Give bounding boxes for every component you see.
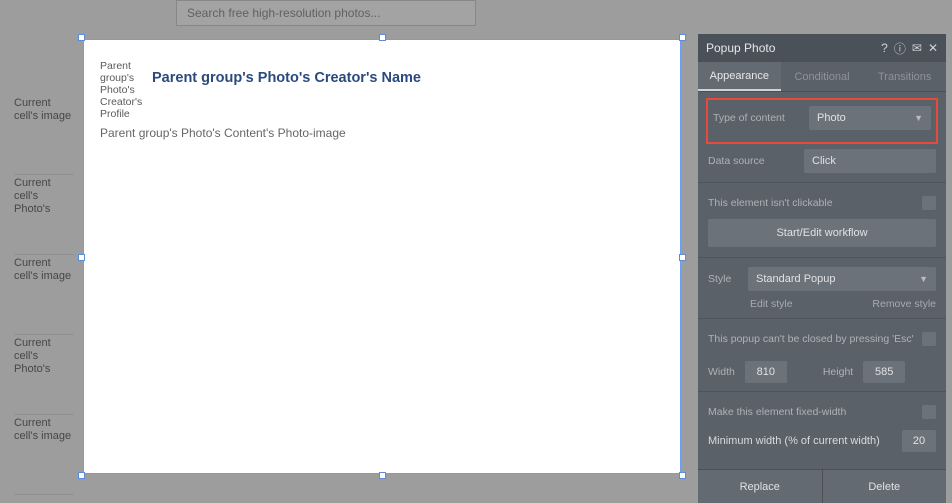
width-input[interactable]: 810 (745, 361, 787, 383)
list-item: Current cell's image (14, 255, 74, 335)
resize-handle-ne[interactable] (679, 34, 686, 41)
chevron-down-icon: ▼ (914, 113, 923, 123)
style-value: Standard Popup (756, 273, 836, 285)
help-icon[interactable]: ? (881, 41, 888, 55)
resize-handle-w[interactable] (78, 254, 85, 261)
type-of-content-value: Photo (817, 112, 846, 124)
fixed-width-row: Make this element fixed-width (708, 400, 936, 424)
resize-handle-nw[interactable] (78, 34, 85, 41)
not-clickable-row: This element isn't clickable (708, 191, 936, 215)
property-panel: Popup Photo ? ⓘ ✉ ✕ Appearance Condition… (698, 34, 946, 503)
data-source-select[interactable]: Click (804, 149, 936, 173)
remove-style-link[interactable]: Remove style (872, 298, 936, 310)
close-icon[interactable]: ✕ (928, 41, 938, 55)
width-label: Width (708, 366, 735, 378)
data-source-label: Data source (708, 155, 798, 167)
resize-handle-s[interactable] (379, 472, 386, 479)
resize-handle-n[interactable] (379, 34, 386, 41)
resize-handle-e[interactable] (679, 254, 686, 261)
type-of-content-label: Type of content (713, 112, 803, 124)
list-item: Current cell's Photo's (14, 175, 74, 255)
panel-title: Popup Photo (706, 41, 775, 55)
resize-handle-se[interactable] (679, 472, 686, 479)
tab-conditional[interactable]: Conditional (781, 62, 864, 91)
type-of-content-select[interactable]: Photo ▼ (809, 106, 931, 130)
avatar-placeholder-label: Parent group's Photo's Creator's Profile (100, 60, 145, 120)
not-clickable-label: This element isn't clickable (708, 197, 833, 209)
min-width-label: Minimum width (% of current width) (708, 435, 896, 447)
delete-button[interactable]: Delete (822, 470, 947, 503)
search-input[interactable]: Search free high-resolution photos... (176, 0, 476, 26)
panel-footer: Replace Delete (698, 469, 946, 503)
list-item: Current cell's image (14, 415, 74, 495)
content-photo-label: Parent group's Photo's Content's Photo-i… (100, 126, 346, 140)
panel-tabs: Appearance Conditional Transitions (698, 62, 946, 92)
chevron-down-icon: ▼ (919, 274, 928, 284)
fixed-width-label: Make this element fixed-width (708, 406, 846, 418)
esc-row: This popup can't be closed by pressing '… (708, 327, 936, 351)
tab-transitions[interactable]: Transitions (863, 62, 946, 91)
min-width-input[interactable]: 20 (902, 430, 936, 452)
popup-element[interactable]: Parent group's Photo's Creator's Profile… (83, 39, 681, 474)
height-input[interactable]: 585 (863, 361, 905, 383)
popup-canvas[interactable]: Parent group's Photo's Creator's Profile… (78, 34, 686, 479)
edit-style-link[interactable]: Edit style (750, 298, 793, 310)
resize-handle-sw[interactable] (78, 472, 85, 479)
panel-header[interactable]: Popup Photo ? ⓘ ✉ ✕ (698, 34, 946, 62)
style-label: Style (708, 273, 742, 285)
comment-icon[interactable]: ✉ (912, 41, 922, 55)
list-item: Current cell's Photo's (14, 335, 74, 415)
esc-label: This popup can't be closed by pressing '… (708, 333, 914, 345)
esc-toggle[interactable] (922, 332, 936, 346)
start-workflow-button[interactable]: Start/Edit workflow (708, 219, 936, 247)
search-placeholder: Search free high-resolution photos... (187, 6, 380, 20)
type-of-content-highlight: Type of content Photo ▼ (706, 98, 938, 144)
not-clickable-toggle[interactable] (922, 196, 936, 210)
height-label: Height (823, 366, 853, 378)
list-item: Current cell's image (14, 95, 74, 175)
creator-name-text: Parent group's Photo's Creator's Name (152, 70, 421, 86)
style-select[interactable]: Standard Popup ▼ (748, 267, 936, 291)
tab-appearance[interactable]: Appearance (698, 62, 781, 91)
info-icon[interactable]: ⓘ (894, 40, 906, 57)
data-source-value: Click (812, 155, 836, 167)
replace-button[interactable]: Replace (698, 470, 822, 503)
fixed-width-toggle[interactable] (922, 405, 936, 419)
left-cells: Current cell's image Current cell's Phot… (14, 95, 74, 495)
